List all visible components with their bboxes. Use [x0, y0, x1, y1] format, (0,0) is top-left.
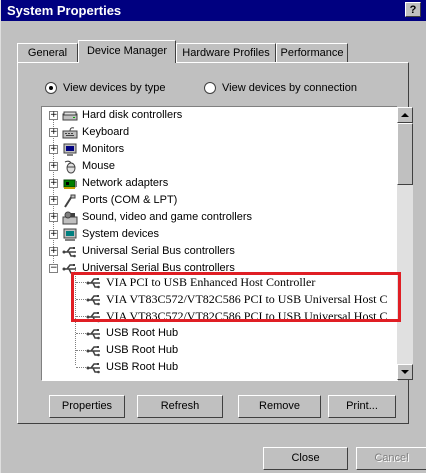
view-by-connection-label: View devices by connection [222, 82, 357, 94]
usb-icon [86, 277, 100, 288]
mouse-icon [64, 160, 76, 173]
tree-item-mouse[interactable]: + Mouse [49, 158, 115, 175]
usb-icon [62, 246, 76, 257]
usb-icon [86, 294, 100, 305]
tree-item-hard-disk-controllers[interactable]: + Hard disk controllers [49, 107, 182, 124]
expand-icon[interactable]: + [49, 213, 58, 222]
tree-item-label: Keyboard [82, 126, 130, 138]
tree-item-usb-controllers[interactable]: + Universal Serial Bus controllers [49, 243, 235, 260]
title-bar[interactable]: System Properties ? [1, 0, 426, 21]
tree-item-label: Monitors [82, 143, 125, 155]
remove-button[interactable]: Remove [238, 395, 321, 418]
tree-line [76, 299, 86, 300]
cancel-button[interactable]: Cancel [356, 447, 426, 470]
tree-item-label: Hard disk controllers [82, 109, 183, 121]
expand-icon[interactable]: + [49, 145, 58, 154]
tree-item-label: Network adapters [82, 177, 169, 189]
expand-icon[interactable]: + [49, 111, 58, 120]
device-tree[interactable]: + Hard disk controllers + Keyboard + Mon… [41, 106, 398, 381]
tree-item-usb-root-hub-3[interactable]: USB Root Hub [86, 359, 178, 376]
usb-icon [86, 345, 100, 356]
tab-hardware-profiles[interactable]: Hardware Profiles [176, 43, 276, 62]
tree-item-label: Ports (COM & LPT) [82, 194, 178, 206]
scroll-thumb[interactable] [397, 123, 413, 185]
tree-item-label: VIA VT83C572/VT82C586 PCI to USB Univers… [106, 309, 388, 323]
expand-icon[interactable]: + [49, 179, 58, 188]
scroll-down-button[interactable] [397, 364, 413, 380]
tree-item-via-enhanced-host[interactable]: VIA PCI to USB Enhanced Host Controller [86, 274, 315, 291]
view-by-type-option[interactable]: View devices by type [45, 82, 166, 94]
tree-item-label: VIA PCI to USB Enhanced Host Controller [106, 275, 316, 289]
tree-item-label: USB Root Hub [106, 344, 179, 356]
tree-item-usb-root-hub-1[interactable]: USB Root Hub [86, 325, 178, 342]
tree-scrollbar[interactable] [397, 107, 413, 380]
tree-item-label: VIA VT83C572/VT82C586 PCI to USB Univers… [106, 292, 388, 306]
collapse-icon[interactable]: − [49, 264, 58, 273]
arrow-up-icon [401, 113, 409, 117]
tree-line [76, 282, 86, 283]
scroll-up-button[interactable] [397, 107, 413, 123]
tree-item-usb-root-hub-2[interactable]: USB Root Hub [86, 342, 178, 359]
expand-icon[interactable]: + [49, 247, 58, 256]
expand-icon[interactable]: + [49, 196, 58, 205]
sound-icon [62, 211, 78, 224]
tree-item-label: Mouse [82, 160, 116, 172]
tree-line [76, 367, 86, 368]
tab-general[interactable]: General [17, 43, 78, 62]
view-by-type-label: View devices by type [63, 82, 166, 94]
usb-icon [86, 328, 100, 339]
tree-item-label: System devices [82, 228, 160, 240]
refresh-button[interactable]: Refresh [137, 395, 223, 418]
help-button[interactable]: ? [405, 2, 421, 17]
tree-item-system-devices[interactable]: + System devices [49, 226, 159, 243]
tree-item-keyboard[interactable]: + Keyboard [49, 124, 129, 141]
tree-item-via-universal-host-1[interactable]: VIA VT83C572/VT82C586 PCI to USB Univers… [86, 291, 387, 308]
arrow-down-icon [401, 370, 409, 374]
port-icon [64, 194, 76, 208]
tree-item-via-universal-host-2[interactable]: VIA VT83C572/VT82C586 PCI to USB Univers… [86, 308, 387, 325]
tree-line [76, 316, 86, 317]
usb-icon [62, 263, 76, 274]
window-title: System Properties [7, 3, 122, 18]
tab-device-manager[interactable]: Device Manager [78, 40, 176, 63]
view-by-type-radio[interactable] [45, 82, 57, 94]
tree-line [76, 333, 86, 334]
tree-item-label: USB Root Hub [106, 361, 179, 373]
tree-item-label: USB Root Hub [106, 327, 179, 339]
system-device-icon [63, 228, 77, 241]
expand-icon[interactable]: + [49, 162, 58, 171]
properties-button[interactable]: Properties [49, 395, 125, 418]
tree-item-monitors[interactable]: + Monitors [49, 141, 124, 158]
tab-performance[interactable]: Performance [276, 43, 348, 62]
usb-icon [86, 311, 100, 322]
expand-icon[interactable]: + [49, 230, 58, 239]
tree-item-sound-video-game[interactable]: + Sound, video and game controllers [49, 209, 252, 226]
view-by-connection-radio[interactable] [204, 82, 216, 94]
monitor-icon [63, 143, 77, 156]
tree-item-network-adapters[interactable]: + Network adapters [49, 175, 168, 192]
network-adapter-icon [63, 179, 77, 189]
tree-item-label: Sound, video and game controllers [82, 211, 252, 223]
tree-item-ports[interactable]: + Ports (COM & LPT) [49, 192, 177, 209]
close-button[interactable]: Close [263, 447, 348, 470]
expand-icon[interactable]: + [49, 128, 58, 137]
keyboard-icon [62, 126, 78, 138]
hard-disk-icon [62, 111, 78, 120]
tree-line [76, 350, 86, 351]
view-by-connection-option[interactable]: View devices by connection [204, 82, 357, 94]
print-button[interactable]: Print... [328, 395, 396, 418]
tree-item-label: Universal Serial Bus controllers [82, 245, 235, 257]
usb-icon [86, 362, 100, 373]
system-properties-window: System Properties ? General Device Manag… [0, 0, 426, 473]
